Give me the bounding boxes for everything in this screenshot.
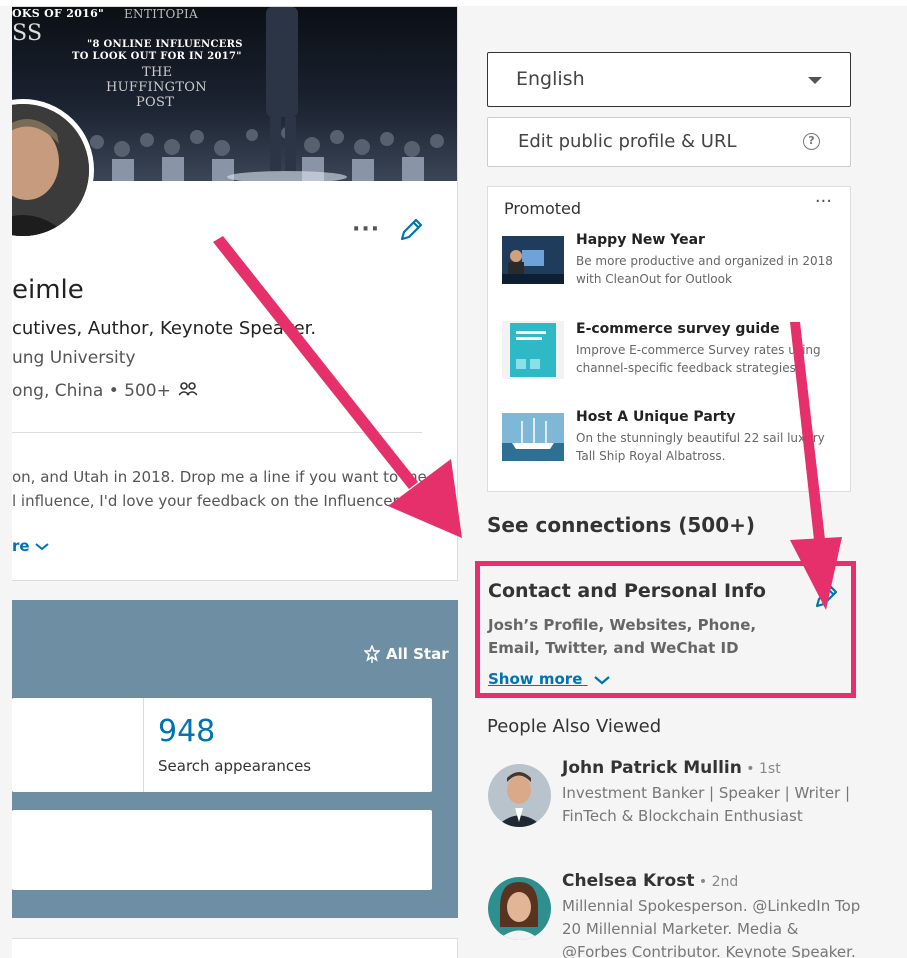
profile-name: eimle — [12, 275, 84, 305]
ad-title: Host A Unique Party — [576, 409, 736, 425]
contact-info-section: Contact and Personal Info Josh’s Profile… — [475, 561, 856, 698]
search-appearances-count[interactable]: 948 — [158, 714, 215, 749]
ad-title: E-commerce survey guide — [576, 321, 780, 337]
ad-item[interactable]: E-commerce survey guide Improve E-commer… — [502, 321, 842, 383]
ad-title: Happy New Year — [576, 232, 705, 248]
ad-item[interactable]: Host A Unique Party On the stunningly be… — [502, 409, 842, 469]
contact-info-description: Josh’s Profile, Websites, Phone, Email, … — [488, 616, 757, 657]
summary-line: on, and Utah in 2018. Drop me a line if … — [12, 468, 427, 486]
edit-public-profile-button[interactable]: Edit public profile & URL ? — [487, 117, 851, 167]
person-name[interactable]: Chelsea Krost • 2nd — [562, 871, 738, 891]
contact-info-title: Contact and Personal Info — [488, 580, 766, 602]
banner-text: ENTITOPIA — [124, 7, 199, 21]
connections-icon[interactable] — [178, 381, 198, 401]
banner-text: HUFFINGTON — [106, 80, 207, 95]
profile-summary: on, and Utah in 2018. Drop me a line if … — [12, 465, 430, 513]
connection-degree: • 2nd — [694, 874, 739, 890]
connection-degree: • 1st — [741, 761, 781, 777]
banner-text: OKS OF 2016" — [12, 7, 105, 20]
edit-profile-button[interactable] — [398, 217, 424, 247]
contact-show-more-label: Show more — [488, 670, 583, 688]
show-more-label: re — [12, 537, 30, 555]
promoted-card: Promoted ··· Happy New Year Be more prod… — [487, 186, 851, 492]
summary-line: l influence, I'd love your feedback on t… — [12, 492, 431, 510]
banner-text: TO LOOK OUT FOR IN 2017" — [72, 51, 242, 62]
banner-text: SS — [12, 21, 43, 46]
person-item[interactable]: Chelsea Krost • 2nd Millennial Spokesper… — [488, 871, 868, 958]
profile-card: OKS OF 2016" SS ENTITOPIA "8 ONLINE INFL… — [12, 6, 458, 581]
dashboard: All Star 948 Search appearances — [12, 600, 458, 918]
star-icon — [364, 645, 380, 663]
edit-contact-button[interactable] — [813, 584, 839, 614]
profile-school: ung University — [12, 348, 136, 368]
person-name-text: John Patrick Mullin — [562, 758, 742, 778]
pencil-icon — [815, 585, 838, 608]
ad-thumbnail — [502, 236, 564, 284]
avatar-image — [12, 104, 89, 236]
person-headline: Investment Banker | Speaker | Writer | F… — [562, 784, 851, 825]
language-value: English — [516, 68, 585, 90]
dashboard-panel — [12, 810, 432, 890]
location-text: ong, China • 500+ — [12, 381, 171, 401]
ad-description: Improve E-commerce Survey rates using ch… — [576, 343, 821, 375]
stats-divider — [143, 698, 144, 792]
ad-thumbnail — [502, 413, 564, 461]
search-appearances-label[interactable]: Search appearances — [158, 757, 311, 775]
ad-item[interactable]: Happy New Year Be more productive and or… — [502, 232, 842, 292]
chevron-down-icon — [35, 543, 49, 551]
more-actions-button[interactable]: ··· — [352, 217, 380, 242]
language-select[interactable]: English — [487, 52, 851, 107]
help-icon[interactable]: ? — [803, 133, 820, 150]
summary-show-more-link[interactable]: re — [12, 537, 49, 555]
chevron-down-icon — [593, 675, 610, 684]
all-star-badge[interactable]: All Star — [364, 645, 449, 663]
person-headline: Millennial Spokesperson. @LinkedIn Top 2… — [562, 897, 861, 958]
edit-public-profile-label: Edit public profile & URL — [518, 131, 737, 152]
banner-text: "8 ONLINE INFLUENCERS — [87, 39, 243, 50]
banner-text: POST — [136, 95, 175, 110]
profile-headline: cutives, Author, Keynote Speaker. — [12, 318, 317, 339]
next-section-card — [12, 938, 458, 958]
caret-down-icon — [808, 77, 822, 84]
ad-thumbnail — [502, 321, 564, 379]
promoted-more-button[interactable]: ··· — [815, 191, 832, 212]
divider — [12, 432, 422, 433]
promoted-label: Promoted — [504, 199, 582, 218]
person-avatar[interactable] — [488, 764, 551, 827]
people-also-viewed-heading: People Also Viewed — [487, 716, 662, 737]
person-name-text: Chelsea Krost — [562, 871, 695, 891]
stats-panel — [12, 698, 432, 792]
person-name[interactable]: John Patrick Mullin • 1st — [562, 758, 781, 778]
see-connections-link[interactable]: See connections (500+) — [487, 513, 755, 537]
ad-description: Be more productive and organized in 2018… — [576, 254, 833, 286]
banner-text: THE — [142, 65, 173, 80]
pencil-icon — [400, 218, 423, 241]
contact-show-more-link[interactable]: Show more — [488, 670, 610, 688]
profile-location: ong, China • 500+ — [12, 381, 198, 401]
all-star-label: All Star — [386, 645, 449, 663]
person-avatar[interactable] — [488, 877, 551, 940]
person-item[interactable]: John Patrick Mullin • 1st Investment Ban… — [488, 758, 868, 834]
ad-description: On the stunningly beautiful 22 sail luxu… — [576, 431, 825, 463]
